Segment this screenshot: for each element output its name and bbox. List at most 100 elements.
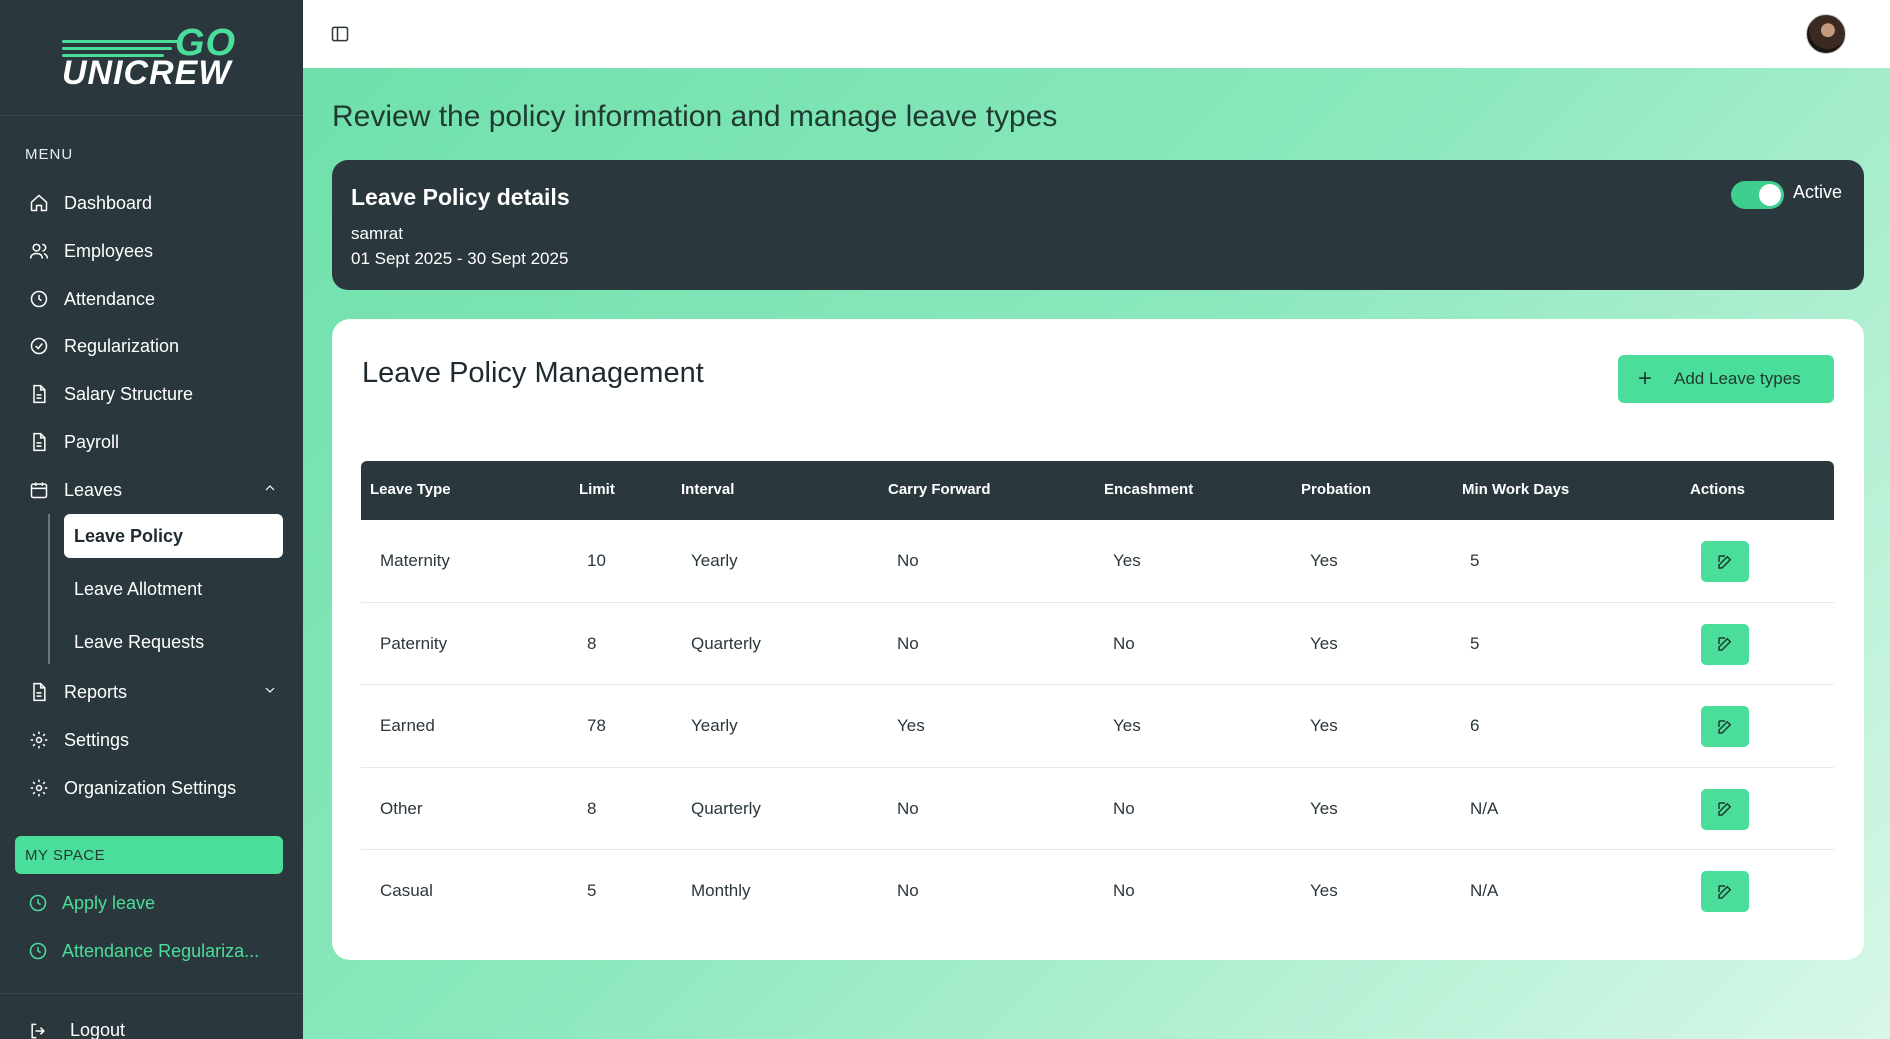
table-cell: Yearly [691,551,738,570]
table-cell: No [897,551,919,570]
sidebar-item-employees[interactable]: Employees [28,231,278,271]
brand-logo[interactable]: GO UNICREW [0,0,303,116]
logout-button[interactable]: Logout [28,1020,125,1039]
table-body: Maternity 10 Yearly No Yes Yes 5 Paternity 8 Quar… [361,520,1834,933]
policy-name: samrat [351,224,403,243]
gear-icon [28,729,50,751]
sidebar: GO UNICREW MENU Dashboard Employees Atte… [0,0,303,1039]
document-icon [28,431,50,453]
sidebar-subitem-leave-allotment[interactable]: Leave Allotment [64,567,283,611]
table-cell: 10 [587,551,606,570]
table-cell: Yes [1113,551,1141,570]
column-header: Actions [1690,481,1746,498]
column-header: Min Work Days [1462,481,1570,498]
column-header: Limit [579,481,615,498]
edit-icon [1718,719,1732,734]
sidebar-item-label: Settings [64,729,130,750]
table-cell: Other [380,798,423,818]
logo-unicrew-text: UNICREW [62,54,232,92]
active-toggle-label: Active [1793,182,1843,202]
sidebar-item-payroll[interactable]: Payroll [28,422,278,462]
sidebar-item-label: Employees [64,240,154,261]
column-header: Carry Forward [888,481,991,498]
myspace-item-label: Apply leave [62,892,156,913]
top-bar [303,0,1890,68]
add-leave-types-button[interactable]: + Add Leave types [1618,355,1834,403]
policy-date-range: 01 Sept 2025 - 30 Sept 2025 [351,249,569,268]
myspace-item-label: Attendance Regulariza... [62,940,260,961]
sidebar-item-attendance[interactable]: Attendance [28,279,278,319]
table-cell: Casual [380,881,433,901]
plus-icon: + [1638,365,1653,392]
home-icon [28,192,50,214]
table-cell: N/A [1470,798,1499,818]
table-cell: No [897,881,919,901]
table-cell: Yearly [691,716,738,736]
users-icon [28,240,50,262]
table-cell: Paternity [380,633,448,653]
active-toggle[interactable] [1731,181,1784,209]
chevron-up-icon[interactable] [262,480,278,501]
sidebar-item-organization-settings[interactable]: Organization Settings [28,768,278,808]
page-title: Review the policy information and manage… [332,100,1058,133]
edit-button[interactable] [1701,871,1749,913]
sidebar-item-label: Attendance [64,288,156,309]
table-cell: No [897,798,919,818]
sidebar-divider [0,993,303,994]
sidebar-item-label: Payroll [64,431,120,452]
chevron-down-icon[interactable] [262,682,278,703]
table-cell: Yes [1310,716,1338,736]
clock-icon [28,288,50,310]
table-cell: 8 [587,798,597,818]
sidebar-item-regularization[interactable]: Regularization [28,326,278,366]
document-icon [28,681,50,703]
table-cell: Yes [1310,633,1338,653]
column-header: Interval [681,481,735,498]
table-cell: N/A [1470,881,1499,901]
column-header: Encashment [1104,481,1194,498]
table-cell: No [1113,881,1135,901]
edit-icon [1718,637,1732,651]
sidebar-item-reports[interactable]: Reports [28,672,278,712]
edit-button[interactable] [1701,706,1749,748]
table-cell: 8 [587,633,597,653]
table-cell: Yes [1310,881,1338,901]
table-cell: Quarterly [691,633,761,653]
table-cell: Yes [1310,798,1338,818]
sidebar-item-salary-structure[interactable]: Salary Structure [28,374,278,414]
sidebar-item-label: Salary Structure [64,383,194,404]
table-cell: No [1113,633,1135,653]
check-circle-icon [28,335,50,357]
sidebar-subitem-leave-requests[interactable]: Leave Requests [64,620,283,664]
myspace-item-attendance-regularization[interactable]: Attendance Regulariza... [28,931,259,971]
sidebar-item-settings[interactable]: Settings [28,720,278,760]
table-row: Earned 78 Yearly Yes Yes Yes 6 [361,685,1834,768]
edit-button[interactable] [1701,623,1749,665]
sidebar-toggle-icon[interactable] [330,24,350,44]
edit-icon [1718,885,1732,899]
main-content: Review the policy information and manage… [303,68,1890,1039]
submenu-guide-line [48,514,50,664]
policy-details-heading: Leave Policy details [351,184,570,210]
table-cell: 5 [1470,633,1480,653]
avatar[interactable] [1806,14,1846,54]
edit-button[interactable] [1701,788,1749,830]
table-cell: 6 [1470,716,1480,736]
sidebar-item-label: Leaves [64,479,123,500]
sidebar-subitem-leave-policy[interactable]: Leave Policy [64,514,283,558]
leave-policy-management-card: Leave Policy Management + Add Leave type… [332,319,1864,960]
edit-button[interactable] [1701,541,1749,582]
sidebar-item-leaves[interactable]: Leaves [28,470,278,510]
calendar-icon [28,479,50,501]
toggle-knob [1759,184,1781,206]
document-icon [28,383,50,405]
table-row: Paternity 8 Quarterly No No Yes 5 [361,603,1834,686]
add-leave-types-label: Add Leave types [1674,369,1801,388]
table-header: Leave Type Limit Interval Carry Forward … [361,461,1834,520]
table-cell: Monthly [691,881,751,901]
table-row: Other 8 Quarterly No No Yes N/A [361,768,1834,851]
myspace-item-apply-leave[interactable]: Apply leave [28,883,155,923]
sidebar-item-dashboard[interactable]: Dashboard [28,183,278,223]
table-cell: No [897,633,919,653]
logout-label: Logout [70,1020,126,1039]
